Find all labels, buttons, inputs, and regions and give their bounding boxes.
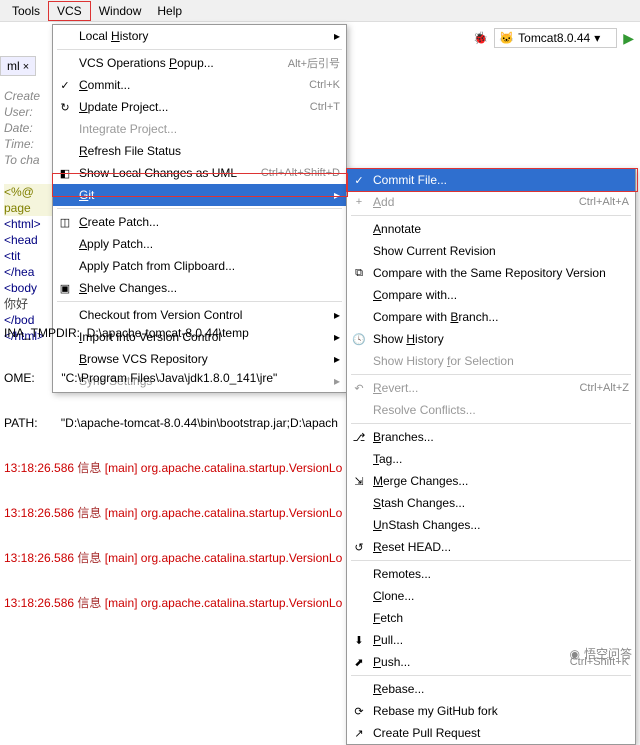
menu-item-icon: ↗ [351,725,367,741]
vcs-menu-item-show-local-changes-as-uml[interactable]: ◧ Show Local Changes as UML Ctrl+Alt+Shift… [53,162,346,184]
submenu-arrow-icon: ▸ [330,188,340,202]
git-submenu-item-show-current-revision[interactable]: Show Current Revision [347,240,635,262]
menu-vcs[interactable]: VCS [48,1,91,21]
menu-item-icon: ✓ [57,77,73,93]
menu-item-icon [351,681,367,697]
menu-item-label: Apply Patch... [79,237,340,251]
bug-icon[interactable]: 🐞 [473,31,488,45]
vcs-menu-item-apply-patch-from-clipboard[interactable]: Apply Patch from Clipboard... [53,255,346,277]
git-submenu-item-rebase-my-github-fork[interactable]: ⟳ Rebase my GitHub fork [347,700,635,722]
menu-item-shortcut: Ctrl+Alt+A [579,196,629,208]
run-config-label: Tomcat8.0.44 [518,31,590,45]
vcs-menu-item-local-history[interactable]: Local History ▸ [53,25,346,47]
menu-item-label: Update Project... [79,100,304,114]
vcs-menu-separator [57,208,342,209]
menu-item-label: Push... [373,655,564,669]
menubar: Tools VCS Window Help [0,0,640,22]
menu-item-label: Refresh File Status [79,144,340,158]
vcs-menu-item-update-project[interactable]: ↻ Update Project... Ctrl+T [53,96,346,118]
menu-item-label: Compare with the Same Repository Version [373,266,629,280]
menu-item-icon [351,243,367,259]
git-submenu-item-annotate[interactable]: Annotate [347,218,635,240]
vcs-menu-item-create-patch[interactable]: ◫ Create Patch... [53,211,346,233]
menu-item-icon: ✓ [351,172,367,188]
menu-item-icon [57,121,73,137]
menu-item-icon [351,221,367,237]
vcs-menu-item-vcs-operations-popup[interactable]: VCS Operations Popup... Alt+后引号 [53,52,346,74]
run-button[interactable]: ▶ [623,30,634,47]
git-submenu-separator [351,675,631,676]
menu-item-icon: ◫ [57,214,73,230]
menu-item-label: Commit File... [373,173,629,187]
menu-item-label: Add [373,195,573,209]
menu-item-icon: ⬇ [351,632,367,648]
menu-item-label: Show Local Changes as UML [79,166,255,180]
menu-item-icon [57,187,73,203]
git-submenu-item-compare-with-the-same-repository-version[interactable]: ⧉ Compare with the Same Repository Versio… [347,262,635,284]
dropdown-arrow-icon: ▾ [594,31,600,45]
vcs-menu-separator [57,49,342,50]
menu-item-label: Rebase my GitHub fork [373,704,629,718]
console: INA_TMPDIR: D:\apache-tomcat-8.0.44\temp… [0,292,640,630]
menu-item-icon: ↻ [57,99,73,115]
git-submenu-separator [351,215,631,216]
menu-item-shortcut: Ctrl+Alt+Shift+D [261,167,340,179]
menu-item-icon: + [351,194,367,210]
vcs-menu-item-integrate-project: Integrate Project... [53,118,346,140]
git-submenu-item-add: + Add Ctrl+Alt+A [347,191,635,213]
menu-item-label: VCS Operations Popup... [79,56,282,70]
menu-item-shortcut: Ctrl+T [310,101,340,113]
menu-item-icon: ◧ [57,165,73,181]
menu-item-shortcut: Alt+后引号 [288,55,340,71]
menu-item-label: Apply Patch from Clipboard... [79,259,340,273]
git-submenu-item-commit-file[interactable]: ✓ Commit File... [347,169,635,191]
menu-item-icon [57,258,73,274]
vcs-menu-item-commit[interactable]: ✓ Commit... Ctrl+K [53,74,346,96]
menu-item-icon: ⬈ [351,654,367,670]
menu-window[interactable]: Window [91,2,150,20]
menu-item-label: Local History [79,29,324,43]
submenu-arrow-icon: ▸ [330,29,340,43]
menu-item-icon [57,28,73,44]
vcs-menu-item-apply-patch[interactable]: Apply Patch... [53,233,346,255]
menu-item-label: Annotate [373,222,629,236]
menu-item-label: Create Pull Request [373,726,629,740]
menu-item-label: Commit... [79,78,303,92]
menu-item-label: Rebase... [373,682,629,696]
menu-item-icon [57,143,73,159]
run-config-dropdown[interactable]: 🐱 Tomcat8.0.44 ▾ [494,28,617,48]
menu-item-label: Git [79,188,324,202]
menu-item-icon [57,236,73,252]
menu-item-label: Create Patch... [79,215,340,229]
watermark-icon: ◉ [570,647,580,661]
git-submenu-item-rebase[interactable]: Rebase... [347,678,635,700]
tomcat-icon: 🐱 [499,31,514,45]
menu-help[interactable]: Help [149,2,190,20]
vcs-menu-item-git[interactable]: Git ▸ [53,184,346,206]
git-submenu-item-create-pull-request[interactable]: ↗ Create Pull Request [347,722,635,744]
menu-item-label: Integrate Project... [79,122,340,136]
menu-item-icon: ⧉ [351,265,367,281]
vcs-menu-item-refresh-file-status[interactable]: Refresh File Status [53,140,346,162]
toolbar-right: 🐞 🐱 Tomcat8.0.44 ▾ ▶ [473,28,634,48]
menu-item-icon [57,55,73,71]
menu-item-icon: ⟳ [351,703,367,719]
menu-tools[interactable]: Tools [4,2,48,20]
menu-item-label: Show Current Revision [373,244,629,258]
menu-item-shortcut: Ctrl+K [309,79,340,91]
watermark: ◉ 悟空问答 [570,645,633,662]
